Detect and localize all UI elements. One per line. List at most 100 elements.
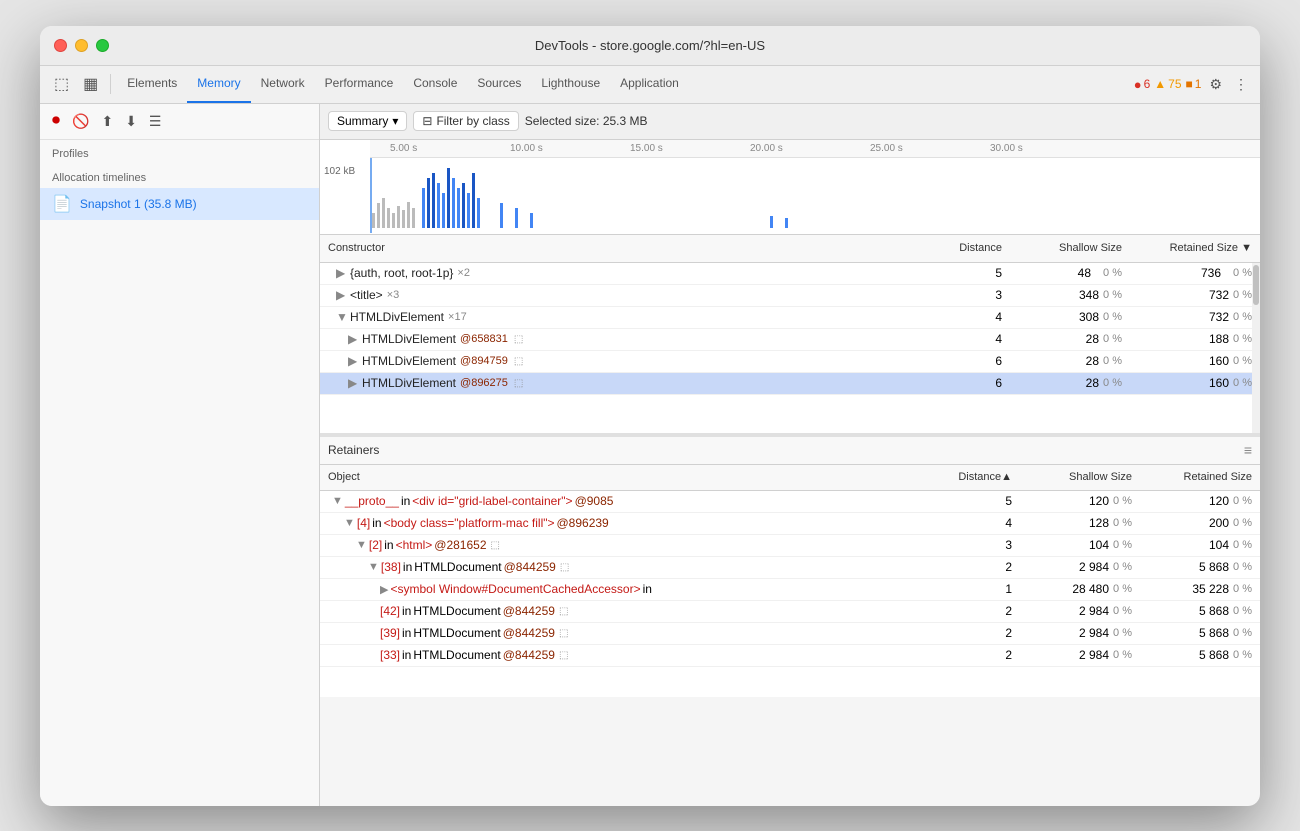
th-shallow[interactable]: Shallow Size [1010, 242, 1130, 254]
tab-elements[interactable]: Elements [117, 65, 187, 103]
scrollbar-thumb[interactable] [1253, 265, 1259, 305]
retained-cell: 188 0 % [1130, 332, 1260, 346]
tab-lighthouse[interactable]: Lighthouse [531, 65, 610, 103]
minimize-button[interactable] [75, 39, 88, 52]
tab-sources[interactable]: Sources [467, 65, 531, 103]
expand-icon[interactable]: ▼ [332, 495, 343, 507]
info-badge[interactable]: ■ 1 [1186, 77, 1202, 91]
retained-pct: 0 % [1233, 539, 1252, 551]
retained-pct: 0 % [1233, 561, 1252, 573]
distance-cell: 1 [930, 582, 1020, 596]
constructor-name: HTMLDivElement [362, 354, 456, 368]
link-icon[interactable]: ⬚ [514, 356, 523, 367]
rth-object[interactable]: Object [320, 471, 930, 483]
more-btn[interactable]: ⋮ [1230, 74, 1252, 95]
warning-badge[interactable]: ▲ 75 [1154, 77, 1181, 91]
constructor-table-body[interactable]: ▶ {auth, root, root-1p} ×2 5 48 0 % 736 [320, 263, 1260, 433]
shallow-val: 28 [1086, 332, 1099, 346]
retainer-row[interactable]: ▼ [2] in <html> @281652 ⬚ 3 10 [320, 535, 1260, 557]
load-btn[interactable]: ⬆ [97, 111, 117, 132]
link-icon[interactable]: ⬚ [559, 650, 568, 661]
table-row[interactable]: ▶ {auth, root, root-1p} ×2 5 48 0 % 736 [320, 263, 1260, 285]
data-section: Constructor Distance Shallow Size Retain… [320, 235, 1260, 806]
th-constructor[interactable]: Constructor [320, 242, 930, 254]
cursor-tool-btn[interactable]: ⬚ [48, 71, 75, 97]
snapshot-item[interactable]: 📄 Snapshot 1 (35.8 MB) [40, 188, 319, 220]
record-btn[interactable]: ⏺ [48, 110, 64, 132]
expand-icon[interactable]: ▶ [348, 332, 358, 346]
stop-btn[interactable]: 🚫 [68, 111, 93, 132]
rth-retained[interactable]: Retained Size [1140, 471, 1260, 483]
save-btn[interactable]: ⬇ [121, 111, 141, 132]
link-icon[interactable]: ⬚ [559, 606, 568, 617]
table-row-child[interactable]: ▶ HTMLDivElement @894759 ⬚ 6 28 0 % [320, 351, 1260, 373]
expand-icon[interactable]: ▶ [336, 266, 346, 280]
retainer-row[interactable]: ▼ [38] in HTMLDocument @844259 ⬚ 2 [320, 557, 1260, 579]
timeline-chart[interactable]: 102 kB [320, 158, 1260, 233]
table-row[interactable]: ▼ HTMLDivElement ×17 4 308 0 % 732 [320, 307, 1260, 329]
expand-icon[interactable]: ▼ [344, 517, 355, 529]
retainer-row[interactable]: ▼ __proto__ in <div id="grid-label-conta… [320, 491, 1260, 513]
retainer-row[interactable]: [33] in HTMLDocument @844259 ⬚ 2 2 984 [320, 645, 1260, 667]
retained-val: 736 [1193, 266, 1229, 280]
retained-val: 5 868 [1199, 648, 1229, 662]
shallow-val: 28 [1086, 376, 1099, 390]
shallow-cell: 2 984 0 % [1020, 604, 1140, 618]
retainers-menu-icon[interactable]: ≡ [1244, 442, 1252, 458]
th-retained[interactable]: Retained Size ▼ [1130, 242, 1260, 254]
maximize-button[interactable] [96, 39, 109, 52]
settings-btn[interactable]: ⚙ [1205, 74, 1226, 95]
tune-btn[interactable]: ☰ [145, 111, 166, 132]
expand-icon[interactable]: ▶ [380, 583, 388, 596]
shallow-val: 28 [1086, 354, 1099, 368]
retainers-body[interactable]: ▼ __proto__ in <div id="grid-label-conta… [320, 491, 1260, 697]
obj-id: @281652 [434, 538, 486, 552]
index-keyword: [38] [381, 560, 401, 574]
close-button[interactable] [54, 39, 67, 52]
retainer-row[interactable]: [39] in HTMLDocument @844259 ⬚ 2 2 984 [320, 623, 1260, 645]
sidebar-toolbar: ⏺ 🚫 ⬆ ⬇ ☰ [40, 104, 319, 140]
filter-by-class-btn[interactable]: ⊟ Filter by class [413, 111, 518, 131]
retained-cell: 736 0 % [1130, 266, 1260, 280]
link-icon[interactable]: ⬚ [560, 562, 569, 573]
right-panel: Summary ▾ ⊟ Filter by class Selected siz… [320, 104, 1260, 806]
expand-icon[interactable]: ▼ [356, 539, 367, 551]
shallow-pct: 0 % [1103, 289, 1122, 301]
link-icon[interactable]: ⬚ [514, 334, 523, 345]
tab-network[interactable]: Network [251, 65, 315, 103]
in-text: in [403, 560, 412, 574]
expand-icon[interactable]: ▼ [368, 561, 379, 573]
retained-pct: 0 % [1233, 333, 1252, 345]
table-row-child[interactable]: ▶ HTMLDivElement @658831 ⬚ 4 28 0 % [320, 329, 1260, 351]
th-distance[interactable]: Distance [930, 242, 1010, 254]
summary-dropdown[interactable]: Summary ▾ [328, 111, 407, 131]
rth-shallow[interactable]: Shallow Size [1020, 471, 1140, 483]
expand-icon[interactable]: ▶ [336, 288, 346, 302]
shallow-val: 2 984 [1079, 648, 1109, 662]
timeline-area: 5.00 s 10.00 s 15.00 s 20.00 s 25.00 s 3… [320, 140, 1260, 235]
table-row-selected[interactable]: ▶ HTMLDivElement @896275 ⬚ 6 28 0 % [320, 373, 1260, 395]
tab-memory[interactable]: Memory [187, 65, 250, 103]
collapse-icon[interactable]: ▼ [336, 310, 346, 324]
layers-tool-btn[interactable]: ▦ [77, 71, 104, 97]
constructor-count: ×2 [457, 267, 470, 279]
expand-icon[interactable]: ▶ [348, 376, 358, 390]
tab-console[interactable]: Console [403, 65, 467, 103]
link-icon[interactable]: ⬚ [491, 540, 500, 551]
retainer-row[interactable]: ▼ [4] in <body class="platform-mac fill"… [320, 513, 1260, 535]
retainers-section: Retainers ≡ Object Distance▲ Shallow Siz… [320, 437, 1260, 697]
tab-performance[interactable]: Performance [315, 65, 404, 103]
error-badge[interactable]: ● 6 [1134, 77, 1151, 92]
retainer-row[interactable]: [42] in HTMLDocument @844259 ⬚ 2 2 984 [320, 601, 1260, 623]
expand-icon[interactable]: ▶ [348, 354, 358, 368]
constructor-id: @894759 [460, 355, 508, 367]
link-icon[interactable]: ⬚ [514, 378, 523, 389]
rth-distance[interactable]: Distance▲ [930, 471, 1020, 483]
table-row[interactable]: ▶ <title> ×3 3 348 0 % 732 0 % [320, 285, 1260, 307]
object-cell: [39] in HTMLDocument @844259 ⬚ [320, 626, 930, 640]
tab-application[interactable]: Application [610, 65, 689, 103]
link-icon[interactable]: ⬚ [559, 628, 568, 639]
retainer-row[interactable]: ▶ <symbol Window#DocumentCachedAccessor>… [320, 579, 1260, 601]
retained-val: 5 868 [1199, 626, 1229, 640]
table-scrollbar[interactable] [1252, 263, 1260, 433]
